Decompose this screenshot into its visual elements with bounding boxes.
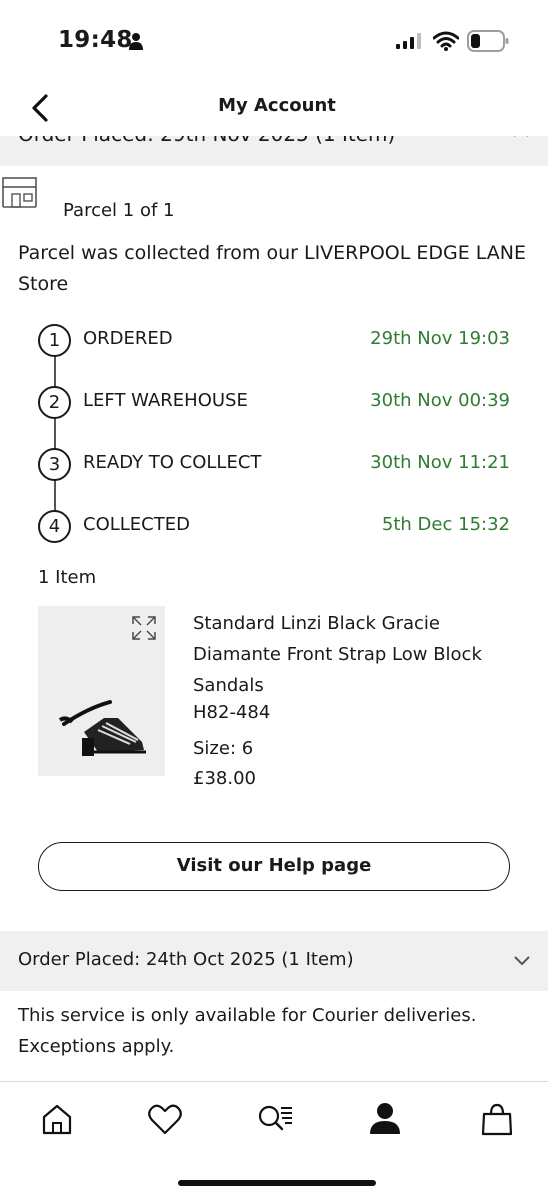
step-number: 1	[38, 324, 71, 357]
step-date: 29th Nov 19:03	[370, 328, 510, 349]
parcel-status: Parcel was collected from our LIVERPOOL …	[18, 242, 527, 295]
item-count: 1 Item	[38, 567, 97, 588]
product-size: Size: 6	[193, 738, 254, 759]
timeline-step-ordered: 1 ORDERED 29th Nov 19:03	[38, 324, 512, 358]
step-date: 5th Dec 15:32	[381, 514, 510, 535]
search-list-icon[interactable]	[256, 1100, 294, 1138]
person-status-icon	[129, 33, 143, 50]
account-icon[interactable]	[366, 1100, 404, 1138]
step-date: 30th Nov 11:21	[370, 452, 510, 473]
step-date: 30th Nov 00:39	[370, 390, 510, 411]
step-label: ORDERED	[83, 328, 173, 349]
bag-icon[interactable]	[478, 1100, 516, 1138]
step-label: COLLECTED	[83, 514, 190, 535]
timeline-line	[54, 356, 56, 516]
step-label: LEFT WAREHOUSE	[83, 390, 248, 411]
step-number: 3	[38, 448, 71, 481]
step-number: 4	[38, 510, 71, 543]
step-number: 2	[38, 386, 71, 419]
timeline-step-ready-to-collect: 3 READY TO COLLECT 30th Nov 11:21	[38, 448, 512, 482]
product-image[interactable]	[38, 606, 165, 776]
home-icon[interactable]	[38, 1100, 76, 1138]
bottom-nav	[0, 1082, 554, 1162]
order-header-label: Order Placed: 24th Oct 2025 (1 Item)	[18, 949, 354, 970]
cellular-signal-icon	[396, 33, 421, 49]
service-note: This service is only available for Couri…	[18, 1005, 477, 1057]
battery-icon	[467, 30, 509, 52]
help-page-button[interactable]: Visit our Help page	[38, 842, 510, 891]
chevron-up-icon	[514, 136, 528, 137]
status-bar: 19:48	[0, 0, 554, 80]
page-title: My Account	[218, 95, 336, 116]
product-name[interactable]: Standard Linzi Black Gracie Diamante Fro…	[193, 608, 513, 701]
timeline-step-collected: 4 COLLECTED 5th Dec 15:32	[38, 510, 512, 544]
parcel-title: Parcel 1 of 1	[63, 200, 175, 221]
product-code: H82-484	[193, 702, 271, 723]
step-label: READY TO COLLECT	[83, 452, 262, 473]
wifi-icon	[433, 31, 459, 51]
product-price: £38.00	[193, 768, 256, 789]
order-header-label: Order Placed: 29th Nov 2025 (1 Item)	[18, 136, 395, 146]
timeline-step-left-warehouse: 2 LEFT WAREHOUSE 30th Nov 00:39	[38, 386, 512, 420]
sandal-image	[58, 700, 146, 756]
expand-icon[interactable]	[131, 615, 157, 641]
store-icon	[2, 177, 37, 208]
status-time: 19:48	[58, 27, 133, 53]
order-header-current[interactable]: Order Placed: 29th Nov 2025 (1 Item)	[0, 136, 548, 166]
home-indicator	[178, 1180, 376, 1186]
chevron-down-icon	[514, 956, 530, 966]
order-header-previous[interactable]: Order Placed: 24th Oct 2025 (1 Item)	[0, 931, 548, 991]
app-header: My Account	[0, 80, 554, 136]
heart-icon[interactable]	[146, 1100, 184, 1138]
